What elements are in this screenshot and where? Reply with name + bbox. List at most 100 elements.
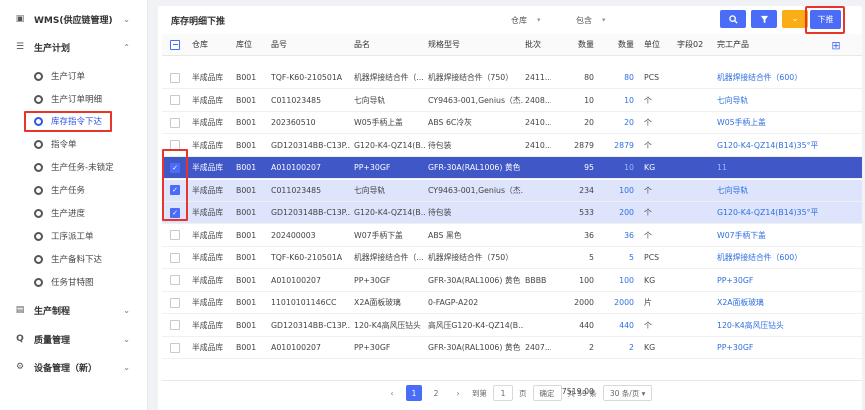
cell-qty2: 36: [624, 230, 634, 240]
column-header[interactable]: 批次: [525, 34, 551, 55]
circle-bullet-icon: [34, 277, 43, 287]
sidebar-group-1[interactable]: ☰ 生产计划 ⌃: [0, 36, 147, 58]
cell-qty: 234: [579, 185, 594, 195]
table-row[interactable]: 半成品库 B001 A010100207 PP+30GF GFR-30A(RAL1006…: [162, 337, 862, 359]
row-checkbox[interactable]: [170, 112, 180, 133]
cell-loc: B001: [236, 73, 257, 82]
sidebar-group-label: 质量管理: [34, 335, 71, 346]
sidebar-group-3[interactable]: Q 质量管理 ⌄: [0, 328, 147, 350]
select-all-checkbox[interactable]: [170, 34, 180, 55]
sidebar-item-3[interactable]: 指令单: [0, 134, 147, 154]
table-row[interactable]: 半成品库 B001 C011023485 七向导轨 CY9463-001,Genius（…: [162, 89, 862, 112]
cell-prod[interactable]: W05手柄上盖: [717, 112, 857, 133]
cell-qty: 36: [584, 230, 594, 240]
page-size-select[interactable]: 30 条/页 ▾: [602, 385, 653, 401]
sidebar-item-5[interactable]: 生产任务: [0, 180, 147, 200]
row-checkbox[interactable]: [170, 292, 180, 313]
search-icon: [728, 14, 738, 24]
cell-prod[interactable]: 机器焊接结合件（600）: [717, 67, 857, 88]
row-checkbox[interactable]: [170, 247, 180, 268]
cell-unit: PCS: [644, 253, 660, 262]
column-header[interactable]: 字段02: [677, 34, 717, 55]
column-settings-icon[interactable]: ⊞: [830, 39, 842, 52]
cell-prod[interactable]: 120-K4高风压钻头: [717, 315, 857, 336]
cell-prod[interactable]: 七向导轨: [717, 180, 857, 201]
sidebar-item-label: 工序派工单: [51, 232, 94, 242]
column-header[interactable]: 品号: [271, 34, 351, 55]
filter-operator-select[interactable]: 包含 ▾: [576, 12, 606, 28]
table-row[interactable]: ✓ 半成品库 B001 C011023485 七向导轨 CY9463-001,Genius…: [162, 179, 862, 202]
table-row[interactable]: 半成品库 B001 202360510 W05手柄上盖 ABS 6C冷灰 2410... 2…: [162, 112, 862, 134]
column-header[interactable]: 数量: [552, 34, 594, 55]
column-header[interactable]: 库位: [236, 34, 266, 55]
filter-field-select[interactable]: 仓库 ▾: [511, 12, 541, 28]
table-row[interactable]: 半成品库 B001 202400003 W07手柄下盖 ABS 黑色 36 36 个 W07手柄…: [162, 224, 862, 247]
column-header[interactable]: 单位: [644, 34, 670, 55]
cell-prod[interactable]: G120-K4-QZ14(B14)35°平: [717, 135, 857, 156]
prev-page-button[interactable]: ‹: [384, 385, 400, 401]
table-row[interactable]: 半成品库 B001 GD120314BB-C13P... 120-K4高风压钻头 高风压…: [162, 314, 862, 337]
filter-button[interactable]: [751, 10, 777, 28]
cell-f02: [677, 112, 717, 133]
cell-qty: 2000: [574, 298, 594, 307]
sidebar-item-2[interactable]: 库存指令下达: [0, 111, 147, 132]
row-checkbox[interactable]: [170, 315, 180, 336]
row-checkbox[interactable]: [170, 270, 180, 291]
cell-loc: B001: [236, 208, 257, 217]
row-checkbox[interactable]: [170, 337, 180, 358]
cell-prod[interactable]: G120-K4-QZ14(B14)35°平: [717, 202, 857, 223]
page-1-button[interactable]: 1: [406, 385, 422, 401]
table-row[interactable]: 半成品库 B001 GD120314BB-C13P... G120-K4-QZ14(B…: [162, 134, 862, 157]
column-header[interactable]: 品名: [354, 34, 426, 55]
cell-f02: [677, 67, 717, 88]
sidebar-group-0[interactable]: ▣ WMS(供应链管理) ⌄: [0, 8, 147, 30]
table-row[interactable]: ✓ 半成品库 B001 GD120314BB-C13P... G120-K4-QZ14(…: [162, 202, 862, 224]
cell-name: W07手柄下盖: [354, 230, 403, 240]
table-row[interactable]: ✓ 半成品库 B001 A010100207 PP+30GF GFR-30A(RAL100…: [162, 157, 862, 179]
row-checkbox[interactable]: [170, 225, 180, 246]
cell-prod[interactable]: PP+30GF: [717, 270, 857, 291]
table-row[interactable]: 半成品库 B001 TQF-K60-210501A 机器焊接结合件（... 机器焊接结合…: [162, 247, 862, 269]
cell-name: 120-K4高风压钻头: [354, 320, 421, 330]
row-checkbox[interactable]: [170, 90, 180, 111]
column-header[interactable]: 规格型号: [428, 34, 524, 55]
column-header[interactable]: 仓库: [192, 34, 234, 55]
goto-page-input[interactable]: 1: [493, 385, 513, 401]
cell-code: TQF-K60-210501A: [271, 73, 343, 82]
filter-field-value: 仓库: [511, 15, 527, 25]
cell-prod[interactable]: 11: [717, 157, 857, 178]
cell-name: 机器焊接结合件（...: [354, 73, 424, 82]
sidebar-item-1[interactable]: 生产订单明细: [0, 89, 147, 109]
cell-prod[interactable]: 七向导轨: [717, 90, 857, 111]
search-button[interactable]: [720, 10, 746, 28]
cell-prod[interactable]: 机器焊接结合件（600）: [717, 247, 857, 268]
sidebar-item-9[interactable]: 任务甘特图: [0, 272, 147, 292]
table-row[interactable]: 半成品库 B001 TQF-K60-210501A 机器焊接结合件（... 机器焊接结合…: [162, 67, 862, 89]
sidebar-item-8[interactable]: 生产备料下达: [0, 249, 147, 269]
table-row[interactable]: 半成品库 B001 A010100207 PP+30GF GFR-30A(RAL1006…: [162, 269, 862, 292]
next-page-button[interactable]: ›: [450, 385, 466, 401]
cell-spec: GFR-30A(RAL1006) 黄色: [428, 163, 521, 172]
table-row[interactable]: 半成品库 B001 11010101146CC X2A面板玻璃 0-FAGP-A202 2…: [162, 292, 862, 314]
sidebar-item-6[interactable]: 生产进度: [0, 203, 147, 223]
page-2-button[interactable]: 2: [428, 385, 444, 401]
cell-code: 202360510: [271, 118, 316, 127]
cell-wh: 半成品库: [192, 95, 224, 105]
sidebar-group-4[interactable]: ⚙ 设备管理（新） ⌄: [0, 356, 147, 378]
cell-prod[interactable]: PP+30GF: [717, 337, 857, 358]
cell-f02: [677, 135, 717, 156]
highlight-box: [805, 6, 845, 34]
column-header[interactable]: 数量: [594, 34, 634, 55]
cell-prod[interactable]: X2A面板玻璃: [717, 292, 857, 313]
sidebar-item-7[interactable]: 工序派工单: [0, 226, 147, 246]
sidebar-group-2[interactable]: ▤ 生产制程 ⌄: [0, 299, 147, 321]
row-checkbox[interactable]: [170, 67, 180, 88]
cell-qty: 5: [589, 253, 594, 262]
sidebar-item-4[interactable]: 生产任务-未锁定: [0, 157, 147, 177]
goto-confirm-button[interactable]: 确定: [532, 385, 562, 401]
cell-prod[interactable]: W07手柄下盖: [717, 225, 857, 246]
pagination: ‹ 1 2 › 到第 1 页 确定 共 59 条 30 条/页 ▾: [384, 384, 658, 402]
sidebar-item-0[interactable]: 生产订单: [0, 66, 147, 86]
main-panel: 库存明细下推 仓库 ▾ 包含 ▾ ⌄ 下推 仓库 库位 品号 品名 规格型号 批次 数量 数量…: [158, 6, 862, 410]
cell-f02: [677, 315, 717, 336]
